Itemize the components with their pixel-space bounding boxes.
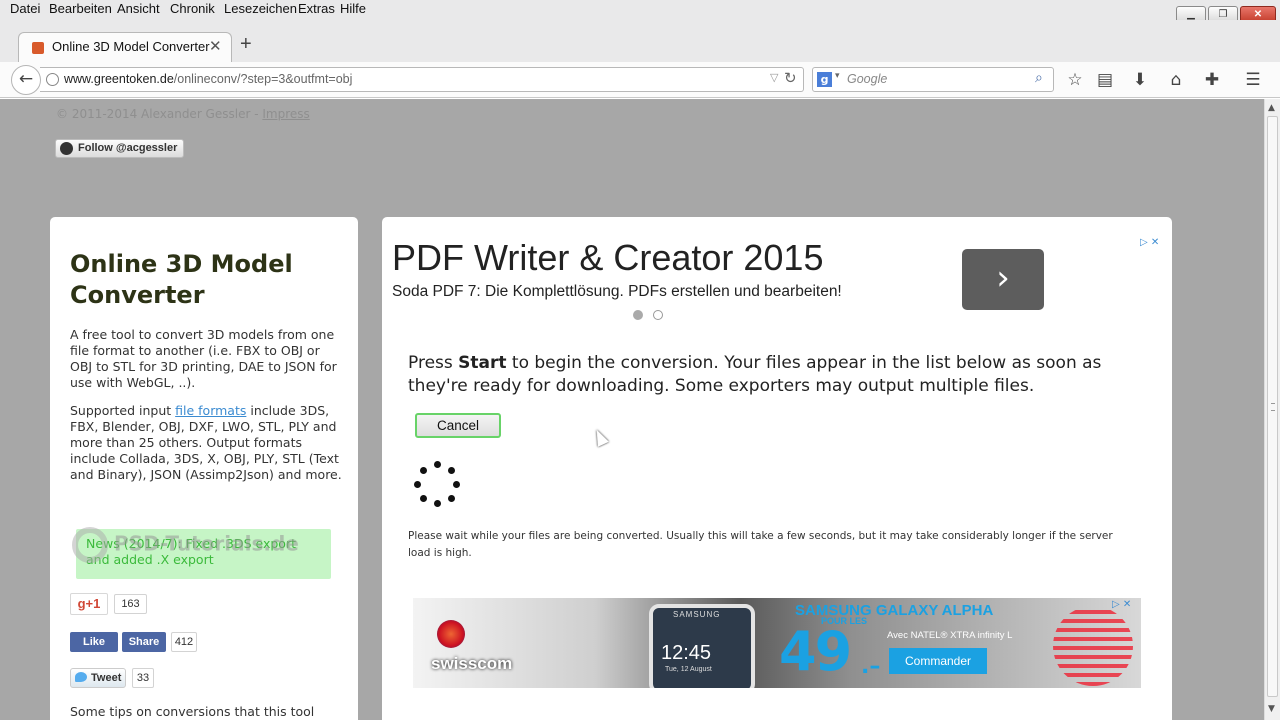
gplus-button[interactable]: g+1 [70, 593, 108, 615]
url-domain: www.greentoken.de [64, 72, 174, 86]
page-scrollbar[interactable]: ▲ ▼ [1264, 99, 1280, 720]
menu-lesezeichen[interactable]: Lesezeichen [224, 1, 297, 16]
ad-subline[interactable]: Soda PDF 7: Die Komplettlösung. PDFs ers… [392, 283, 842, 301]
facebook-share-button[interactable]: Share [122, 632, 166, 652]
search-input[interactable]: Google [847, 72, 887, 86]
github-icon [60, 142, 73, 155]
ad-headline[interactable]: PDF Writer & Creator 2015 [392, 237, 823, 279]
phone-date: Tue, 12 August [665, 666, 712, 673]
facebook-like-button[interactable]: Like [70, 632, 118, 652]
url-text[interactable]: www.greentoken.de/onlineconv/?step=3&out… [64, 72, 352, 86]
tweet-button[interactable]: Tweet [70, 668, 126, 688]
navigation-bar: www.greentoken.de/onlineconv/?step=3&out… [0, 62, 1280, 98]
copyright-line: © 2011-2014 Alexander Gessler - Impress [56, 107, 310, 121]
banner-brand: swisscom [431, 654, 513, 673]
scroll-up-icon[interactable]: ▲ [1268, 103, 1275, 113]
phone-clock: 12:45 [661, 642, 712, 664]
addons-icon[interactable]: ✚ [1200, 68, 1224, 92]
menu-hamburger-icon[interactable]: ☰ [1241, 68, 1265, 92]
swisscom-logo-icon [437, 620, 465, 648]
menu-datei[interactable]: Datei [10, 1, 40, 16]
banner-price: 49 [779, 620, 852, 683]
menu-bearbeiten[interactable]: Bearbeiten [49, 1, 112, 16]
cancel-button[interactable]: Cancel [415, 413, 501, 438]
tab-strip: Online 3D Model Converter ✕ + [0, 20, 1280, 63]
url-dropdown-icon[interactable]: ▽ [770, 71, 778, 84]
converter-card: PDF Writer & Creator 2015 Soda PDF 7: Di… [382, 217, 1172, 720]
home-icon[interactable]: ⌂ [1164, 68, 1188, 92]
twitter-bird-icon [75, 672, 87, 682]
impress-link[interactable]: Impress [262, 107, 309, 121]
banner-ad[interactable]: swisscom SAMSUNG 12:45 Tue, 12 August SA… [413, 598, 1141, 688]
new-tab-button[interactable]: + [240, 33, 252, 56]
watermark-logo-icon [72, 527, 108, 563]
menu-chronik[interactable]: Chronik [170, 1, 215, 16]
carousel-dot-active[interactable] [633, 310, 643, 320]
tips-text: Some tips on conversions that this tool [70, 704, 315, 719]
menu-extras[interactable]: Extras [298, 1, 335, 16]
search-icon[interactable]: ⌕ [1035, 70, 1043, 86]
scroll-thumb[interactable] [1267, 116, 1278, 697]
wait-message: Please wait while your files are being c… [408, 530, 1113, 559]
menu-hilfe[interactable]: Hilfe [340, 1, 366, 16]
commander-button[interactable]: Commander [889, 648, 987, 674]
url-path: /onlineconv/?step=3&outfmt=obj [173, 72, 353, 86]
text-ad[interactable]: PDF Writer & Creator 2015 Soda PDF 7: Di… [382, 235, 1172, 330]
supported-formats-text: Supported input file formats include 3DS… [70, 403, 342, 482]
reload-icon[interactable]: ↻ [784, 69, 797, 87]
carousel-dot[interactable] [653, 310, 663, 320]
gplus-count: 163 [114, 594, 147, 614]
ad-arrow-button[interactable]: › [962, 249, 1044, 310]
downloads-icon[interactable]: ⬇ [1128, 68, 1152, 92]
favicon-icon [32, 42, 44, 54]
follow-github-button[interactable]: Follow @acgessler [55, 139, 185, 158]
page-viewport: © 2011-2014 Alexander Gessler - Impress … [0, 99, 1264, 720]
tab-converter[interactable]: Online 3D Model Converter ✕ [18, 32, 232, 63]
banner-decoration [1053, 606, 1133, 686]
file-formats-link[interactable]: file formats [175, 403, 246, 418]
scroll-down-icon[interactable]: ▼ [1268, 704, 1275, 714]
tweet-count: 33 [132, 668, 154, 688]
psd-tutorials-watermark: PSD-Tutorials.de [72, 527, 299, 563]
tab-title: Online 3D Model Converter [52, 39, 210, 54]
info-card: Online 3D Model Converter A free tool to… [50, 217, 358, 720]
back-button[interactable]: ← [11, 65, 41, 95]
page-title: Online 3D Model Converter [70, 250, 293, 309]
phone-brand: SAMSUNG [673, 610, 721, 619]
bookmark-star-icon[interactable]: ☆ [1063, 68, 1087, 92]
loading-spinner-icon [414, 461, 460, 507]
search-bar[interactable]: g ▾ Google ⌕ [812, 67, 1054, 92]
bookmarks-list-icon[interactable]: ▤ [1093, 68, 1117, 92]
adchoices-icon[interactable]: ▷ ✕ [1140, 237, 1168, 251]
facebook-count: 412 [171, 632, 197, 652]
banner-natel: Avec NATEL® XTRA infinity L [887, 630, 1013, 641]
engine-dropdown-icon[interactable]: ▾ [835, 71, 840, 81]
tab-close-icon[interactable]: ✕ [209, 37, 222, 55]
google-engine-icon[interactable]: g [817, 72, 832, 87]
conversion-instructions: Press Start to begin the conversion. You… [408, 353, 1102, 396]
banner-price-tail: .– [861, 654, 881, 679]
url-bar[interactable]: www.greentoken.de/onlineconv/?step=3&out… [40, 67, 804, 92]
menu-ansicht[interactable]: Ansicht [117, 1, 160, 16]
globe-icon [46, 73, 59, 86]
banner-adchoices-icon[interactable]: ▷ ✕ [1112, 599, 1140, 613]
intro-text: A free tool to convert 3D models from on… [70, 327, 337, 390]
menu-bar: Datei Bearbeiten Ansicht Chronik Lesezei… [0, 0, 1280, 23]
